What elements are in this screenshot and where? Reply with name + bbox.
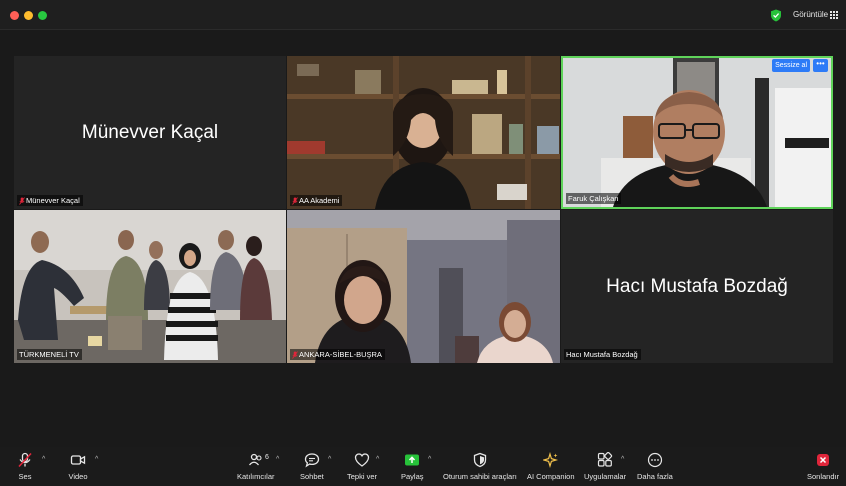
share-options-chevron-icon[interactable]: ^ [428, 456, 431, 463]
video-feed-faruk [563, 58, 831, 207]
video-tile-aa-akademi[interactable]: AA Akademi [287, 56, 560, 209]
participants-options-chevron-icon[interactable]: ^ [276, 456, 279, 463]
participant-name: ANKARA-SİBEL-BUŞRA [299, 350, 382, 359]
video-options-chevron-icon[interactable]: ^ [95, 456, 98, 463]
mic-muted-icon [19, 197, 25, 205]
video-tile-turkmeneli-tv[interactable]: TÜRKMENELİ TV [14, 210, 286, 363]
zoom-window-button[interactable] [38, 11, 47, 20]
video-feed-aa-akademi [287, 56, 560, 209]
participant-label: Münevver Kaçal [17, 195, 83, 206]
share-screen-icon [405, 454, 420, 466]
participant-name: Münevver Kaçal [26, 196, 80, 205]
participants-count: 6 [265, 454, 269, 461]
apps-icon [597, 452, 613, 467]
participant-name-large: Münevver Kaçal [81, 121, 219, 143]
video-feed-ankara [287, 210, 560, 363]
video-tile-haci-mustafa[interactable]: Hacı Mustafa Bozdağ Hacı Mustafa Bozdağ [561, 210, 833, 363]
chat-options-chevron-icon[interactable]: ^ [328, 456, 331, 463]
chat-button[interactable]: Sohbet [300, 451, 324, 481]
apps-options-chevron-icon[interactable]: ^ [621, 456, 624, 463]
participant-label: Faruk Çalışkan [566, 193, 622, 204]
gallery-grid-icon[interactable] [830, 11, 839, 20]
apps-button[interactable]: Uygulamalar [584, 451, 626, 481]
meeting-toolbar: Ses ^ Video ^ Katılımcılar 6 ^ Sohbet ^ … [0, 447, 846, 486]
mic-muted-icon [292, 351, 298, 359]
participant-label: AA Akademi [290, 195, 343, 206]
mic-muted-icon [292, 197, 298, 205]
participant-name: Hacı Mustafa Bozdağ [566, 350, 638, 359]
video-button[interactable]: Video [68, 451, 88, 481]
participant-name: TÜRKMENELİ TV [19, 350, 79, 359]
chat-bubble-icon [304, 453, 320, 468]
react-options-chevron-icon[interactable]: ^ [376, 456, 379, 463]
mic-muted-icon [18, 452, 32, 468]
sparkle-icon [542, 452, 558, 468]
end-call-icon [817, 454, 830, 466]
participant-label: TÜRKMENELİ TV [17, 349, 82, 360]
view-menu-label[interactable]: Görüntüle [793, 10, 828, 19]
participant-name-large: Hacı Mustafa Bozdağ [606, 275, 788, 297]
security-shield-icon[interactable] [770, 9, 782, 22]
video-feed-turkmeneli [14, 210, 286, 363]
participants-icon [248, 453, 262, 466]
end-meeting-button[interactable]: Sonlandır [807, 451, 839, 481]
window-titlebar: Görüntüle [0, 0, 846, 30]
minimize-window-button[interactable] [24, 11, 33, 20]
more-button[interactable]: Daha fazla [637, 451, 673, 481]
react-button[interactable]: Tepki ver [347, 451, 377, 481]
video-tile-munevver[interactable]: Münevver Kaçal Münevver Kaçal [14, 56, 286, 209]
audio-button[interactable]: Ses [15, 451, 35, 481]
audio-options-chevron-icon[interactable]: ^ [42, 456, 45, 463]
tile-more-options-button[interactable]: ••• [813, 59, 828, 72]
video-camera-icon [70, 455, 86, 465]
ai-companion-button[interactable]: AI Companion [527, 451, 575, 481]
shield-icon [473, 452, 487, 468]
participant-name: Faruk Çalışkan [568, 194, 619, 203]
video-tile-ankara[interactable]: ANKARA-SİBEL-BUŞRA [287, 210, 560, 363]
host-tools-button[interactable]: Oturum sahibi araçları [443, 451, 517, 481]
participant-label: ANKARA-SİBEL-BUŞRA [290, 349, 385, 360]
share-button[interactable]: Paylaş [401, 451, 424, 481]
mute-participant-button[interactable]: Sessize al [772, 59, 810, 72]
participant-label: Hacı Mustafa Bozdağ [564, 349, 641, 360]
participant-name: AA Akademi [299, 196, 340, 205]
more-dots-icon [647, 452, 663, 468]
heart-icon [354, 453, 370, 467]
close-window-button[interactable] [10, 11, 19, 20]
video-tile-faruk[interactable]: Sessize al ••• Faruk Çalışkan [561, 56, 833, 209]
